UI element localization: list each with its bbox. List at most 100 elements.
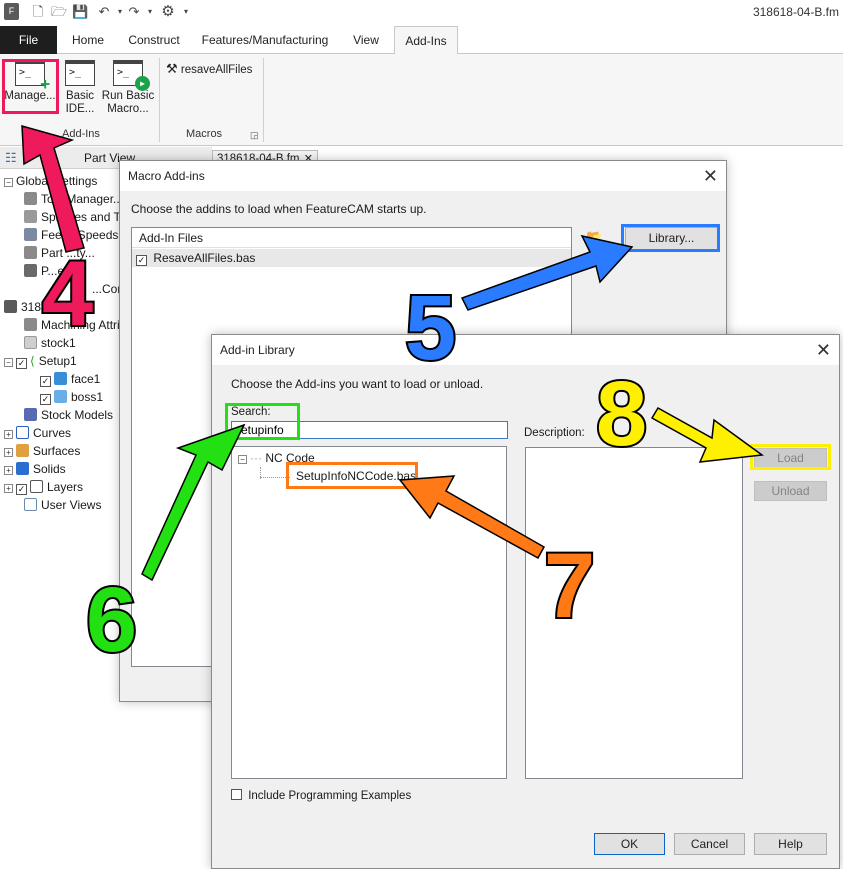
tab-features-manufacturing[interactable]: Features/Manufacturing xyxy=(196,26,334,54)
tree-item-feeds-speeds[interactable]: Feeds/Speeds T xyxy=(24,226,129,244)
dialog-instruction: Choose the Add-ins you want to load or u… xyxy=(231,377,484,391)
visibility-checkbox[interactable]: ✓ xyxy=(16,358,27,369)
open-icon[interactable]: 🗁 xyxy=(51,4,67,20)
stock-icon xyxy=(24,336,37,349)
tool-icon xyxy=(24,192,37,205)
tree-label: User Views xyxy=(41,498,102,512)
face-feature-icon xyxy=(54,372,67,385)
list-item[interactable]: ✓ ResaveAllFiles.bas xyxy=(132,249,571,267)
step-4-highlight xyxy=(2,59,59,114)
help-button[interactable]: Help xyxy=(754,833,827,855)
dialog-title: Macro Add-ins xyxy=(128,169,205,183)
include-examples-option[interactable]: Include Programming Examples xyxy=(231,789,411,802)
include-examples-checkbox[interactable] xyxy=(231,789,242,800)
resave-all-files-button[interactable]: ⚒ resaveAllFiles xyxy=(166,62,252,77)
tree-label: Layers xyxy=(47,480,84,494)
cancel-button[interactable]: Cancel xyxy=(674,833,745,855)
customize-dropdown-icon[interactable]: ▾ xyxy=(178,4,194,20)
solid-icon xyxy=(16,462,29,475)
unload-button[interactable]: Unload xyxy=(754,481,827,501)
script-console-icon: >_ xyxy=(65,60,95,86)
tab-file[interactable]: File xyxy=(0,26,57,54)
tree-item-boss[interactable]: ✓ boss1 xyxy=(40,388,103,406)
add-in-library-dialog: Add-in Library ✕ Choose the Add-ins you … xyxy=(211,334,840,869)
tab-home[interactable]: Home xyxy=(62,26,114,54)
feeds-icon xyxy=(24,228,37,241)
window-title: 318618-04-B.fm xyxy=(752,5,839,19)
tree-item-user-views[interactable]: User Views xyxy=(24,496,101,514)
process-icon xyxy=(24,264,37,277)
tree-label: Setup1 xyxy=(38,354,77,368)
gears-icon xyxy=(24,246,37,259)
undo-icon[interactable]: ↶ xyxy=(96,4,112,20)
tree-label: Surfaces xyxy=(33,444,81,458)
step-5-number: 5 xyxy=(403,277,458,379)
tree-item-stock-models[interactable]: Stock Models xyxy=(24,406,113,424)
step-7-number: 7 xyxy=(542,535,597,637)
group-label-add-ins: Add-Ins xyxy=(62,128,100,140)
tree-label: Global Settings xyxy=(16,174,98,188)
tree-label: Tool Manager... xyxy=(41,192,124,206)
step-6-highlight xyxy=(225,403,300,440)
tree-item-setup[interactable]: − ✓ ⟨ Setup1 xyxy=(4,352,77,370)
run-basic-macro-button[interactable]: >_ ▶ Run Basic Macro... xyxy=(101,60,155,116)
tree-item-spindles[interactable]: Spindles and To xyxy=(24,208,126,226)
tree-label: boss1 xyxy=(71,390,104,404)
load-checkbox[interactable]: ✓ xyxy=(136,255,147,266)
tree-item-curves[interactable]: + Curves xyxy=(4,424,71,442)
tree-item-solids[interactable]: + Solids xyxy=(4,460,66,478)
app-logo-icon[interactable]: F xyxy=(4,3,19,20)
close-icon[interactable]: ✕ xyxy=(816,338,831,362)
part-file-icon xyxy=(4,300,17,313)
quick-access-toolbar: F 🗋 🗁 💾 ↶ ▾ ↷ ▾ ⚙ ▾ 318618-04-B.fm xyxy=(0,0,843,26)
new-icon[interactable]: 🗋 xyxy=(30,4,46,20)
tree-label: Spindles and To xyxy=(41,210,127,224)
close-icon[interactable]: ✕ xyxy=(703,164,718,188)
step-5-highlight xyxy=(621,224,720,252)
tree-label: face1 xyxy=(71,372,101,386)
tab-construct[interactable]: Construct xyxy=(122,26,186,54)
dialog-launcher-icon[interactable]: ◲ xyxy=(250,130,259,141)
ribbon-panel: >_ + Manage... >_ Basic IDE... >_ ▶ Run Ba… xyxy=(0,54,843,146)
visibility-checkbox[interactable]: ✓ xyxy=(40,376,51,387)
ribbon-separator xyxy=(159,58,160,142)
ribbon-tab-bar: File Home Construct Features/Manufacturi… xyxy=(0,26,843,55)
step-8-highlight xyxy=(750,444,831,470)
basic-ide-label: Basic xyxy=(65,90,95,102)
gear-icon[interactable]: ⚙ xyxy=(160,4,176,20)
group-label-macros: Macros xyxy=(186,128,223,140)
ribbon-separator xyxy=(263,58,264,142)
tree-label: Stock Models xyxy=(41,408,114,422)
dialog-title-bar: Add-in Library ✕ xyxy=(212,335,839,365)
visibility-checkbox[interactable]: ✓ xyxy=(40,394,51,405)
visibility-checkbox[interactable]: ✓ xyxy=(16,484,27,495)
tree-item-surfaces[interactable]: + Surfaces xyxy=(4,442,80,460)
tree-item-part[interactable]: 318 xyxy=(4,298,41,316)
run-macro-icon: >_ ▶ xyxy=(113,60,150,91)
dialog-instruction: Choose the addins to load when FeatureCA… xyxy=(131,202,427,216)
stock-model-icon xyxy=(24,408,37,421)
ok-button[interactable]: OK xyxy=(594,833,665,855)
redo-dropdown-icon[interactable]: ▾ xyxy=(142,4,158,20)
tree-item-layers[interactable]: + ✓ Layers xyxy=(4,478,83,496)
tree-item-global-settings[interactable]: − Global Settings xyxy=(4,172,97,190)
basic-ide-button[interactable]: >_ Basic IDE... xyxy=(60,60,100,116)
setup-axis-icon: ⟨ xyxy=(30,354,35,368)
run-basic-label-2: Macro... xyxy=(107,103,149,115)
list-column-header: Add-In Files xyxy=(132,228,571,248)
step-4-number: 4 xyxy=(40,243,95,345)
redo-icon[interactable]: ↷ xyxy=(126,4,142,20)
tree-item-tool-manager[interactable]: Tool Manager... xyxy=(24,190,123,208)
file-name: ResaveAllFiles.bas xyxy=(153,251,256,265)
tree-item-face[interactable]: ✓ face1 xyxy=(40,370,100,388)
folder-icon[interactable]: 📂 xyxy=(586,229,602,245)
surface-icon xyxy=(16,444,29,457)
tree-label: Feeds/Speeds T xyxy=(41,228,129,242)
step-8-number: 8 xyxy=(594,363,649,465)
run-basic-label: Run Basic xyxy=(101,90,155,102)
resave-label: resaveAllFiles xyxy=(180,64,253,76)
save-icon[interactable]: 💾 xyxy=(72,4,88,20)
tab-add-ins[interactable]: Add-Ins xyxy=(394,26,458,55)
add-in-tree[interactable]: − ··· NC Code SetupInfoNCCode.bas xyxy=(231,446,507,779)
tab-view[interactable]: View xyxy=(344,26,388,54)
